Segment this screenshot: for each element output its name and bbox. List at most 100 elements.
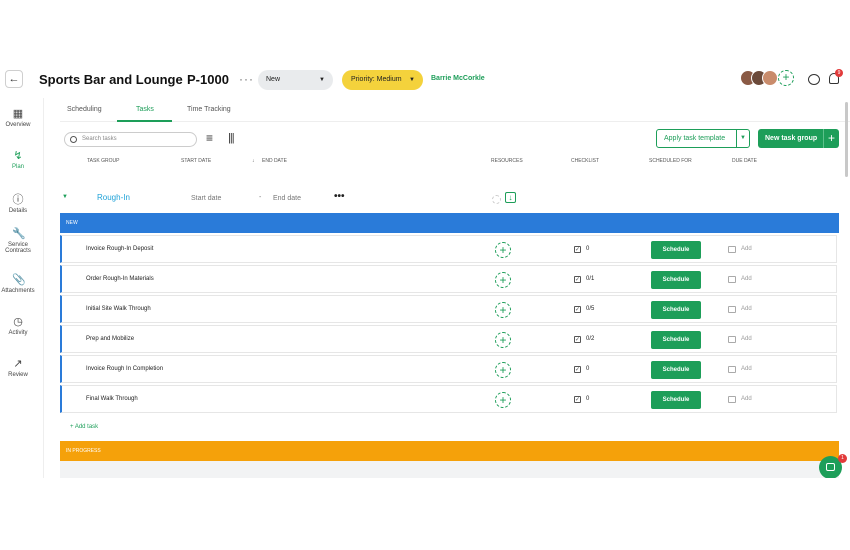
task-row[interactable]: Order Rough-In Materials + ✓ 0/1 Schedul… [60,265,837,293]
status-select[interactable]: New ▼ [258,70,333,90]
chevron-down-icon[interactable]: ▼ [736,130,749,147]
task-name[interactable]: Order Rough-In Materials [86,276,154,282]
add-resource-icon[interactable]: + [495,332,511,348]
status-label: IN PROGRESS [66,448,101,454]
sidebar-item-attachments[interactable]: 📎 Attachments [0,274,36,294]
help-badge: 1 [838,454,847,463]
scrollbar[interactable] [845,102,848,177]
chart-icon: ↗ [13,358,23,370]
due-date-add[interactable]: Add [741,246,752,252]
schedule-button[interactable]: Schedule [651,271,701,289]
collapse-chevron-icon[interactable]: ▼ [62,194,68,200]
project-id: P-1000 [187,72,229,87]
checklist-count[interactable]: 0/1 [586,276,594,282]
new-task-group-button[interactable]: New task group + [758,129,839,148]
arrow-left-icon: ← [8,73,20,85]
add-resource-icon[interactable]: + [495,242,511,258]
due-date-add[interactable]: Add [741,366,752,372]
task-name[interactable]: Invoice Rough In Completion [86,366,163,372]
status-label: NEW [66,220,78,226]
status-value: New [266,76,281,83]
task-row[interactable]: Final Walk Through + ✓ 0 Schedule Add [60,385,837,413]
schedule-button[interactable]: Schedule [651,361,701,379]
project-header: ← Sports Bar and Lounge P-1000 ··· New ▼… [0,58,850,98]
due-date-add[interactable]: Add [741,396,752,402]
chat-icon[interactable] [808,74,820,85]
sidebar-item-activity[interactable]: ◷ Activity [0,316,36,336]
sidebar-item-label: Service Contracts [5,242,31,254]
checklist-count[interactable]: 0 [586,396,589,402]
calendar-icon [728,246,736,253]
priority-select[interactable]: Priority: Medium ▼ [342,70,423,90]
sidebar-item-details[interactable]: ⓘ Details [0,194,36,214]
grid-icon: ▦ [12,108,24,120]
sidebar: ▦ Overview ↯ Plan ⓘ Details 🔧 Service Co… [0,98,44,478]
status-section-new[interactable]: NEW [60,213,839,233]
active-tab-indicator [117,120,172,122]
schedule-button[interactable]: Schedule [651,331,701,349]
sidebar-item-overview[interactable]: ▦ Overview [0,108,36,128]
schedule-button[interactable]: Schedule [651,391,701,409]
due-date-add[interactable]: Add [741,306,752,312]
task-row[interactable]: Prep and Mobilize + ✓ 0/2 Schedule Add [60,325,837,353]
checklist-count[interactable]: 0/5 [586,306,594,312]
clock-icon: ◷ [13,316,23,328]
checklist-icon: ✓ [574,246,581,253]
sidebar-item-label: Activity [8,330,28,336]
checklist-icon: ✓ [574,366,581,373]
sidebar-item-label: Details [8,208,28,214]
tab-time-tracking[interactable]: Time Tracking [187,106,231,113]
task-name[interactable]: Invoice Rough-In Deposit [86,246,153,252]
sort-arrow-icon[interactable]: ↓ [252,158,255,164]
task-row[interactable]: Invoice Rough-In Deposit + ✓ 0 Schedule … [60,235,837,263]
more-options-icon[interactable]: ··· [239,72,254,86]
calendar-icon [728,366,736,373]
calendar-icon [728,396,736,403]
add-task-link[interactable]: + Add task [70,424,98,430]
tab-scheduling[interactable]: Scheduling [67,106,102,113]
add-resource-icon[interactable]: + [495,302,511,318]
columns-icon[interactable]: ||| [228,132,235,144]
checklist-count[interactable]: 0 [586,246,589,252]
apply-template-button[interactable]: Apply task template ▼ [656,129,750,148]
checklist-count[interactable]: 0 [586,366,589,372]
assignee-link[interactable]: Barrie McCorkle [431,75,485,82]
schedule-button[interactable]: Schedule [651,301,701,319]
resource-placeholder-icon [492,195,501,204]
status-section-in-progress[interactable]: IN PROGRESS [60,441,839,461]
tab-bar: Scheduling Tasks Time Tracking [60,98,850,122]
task-name[interactable]: Prep and Mobilize [86,336,134,342]
group-end-date[interactable]: End date [273,195,301,202]
col-header-end-date[interactable]: End Date [262,158,287,164]
team-avatars[interactable]: + [740,70,800,88]
due-date-add[interactable]: Add [741,336,752,342]
schedule-button[interactable]: Schedule [651,241,701,259]
sidebar-item-review[interactable]: ↗ Review [0,358,36,378]
download-icon[interactable]: ↓ [505,192,516,203]
col-header-start-date[interactable]: Start Date [181,158,211,164]
task-row[interactable]: Invoice Rough In Completion + ✓ 0 Schedu… [60,355,837,383]
add-resource-icon[interactable]: + [495,272,511,288]
sidebar-item-service-contracts[interactable]: 🔧 Service Contracts [0,228,36,254]
checklist-count[interactable]: 0/2 [586,336,594,342]
due-date-add[interactable]: Add [741,276,752,282]
add-resource-icon[interactable]: + [495,392,511,408]
task-group-name[interactable]: Rough-In [97,193,130,202]
task-name[interactable]: Initial Site Walk Through [86,306,151,312]
group-start-date[interactable]: Start date [191,195,221,202]
group-more-icon[interactable]: ••• [334,191,345,202]
checklist-icon: ✓ [574,306,581,313]
back-button[interactable]: ← [5,70,23,88]
add-resource-icon[interactable]: + [495,362,511,378]
col-header-task-group[interactable]: Task Group [87,158,119,164]
task-name[interactable]: Final Walk Through [86,396,138,402]
search-input[interactable]: Search tasks [64,132,197,147]
avatar[interactable] [762,70,778,86]
sidebar-item-plan[interactable]: ↯ Plan [0,150,36,170]
task-row[interactable]: Initial Site Walk Through + ✓ 0/5 Schedu… [60,295,837,323]
filter-icon[interactable]: ≡ [206,132,213,144]
tab-tasks[interactable]: Tasks [136,106,154,113]
checklist-icon: ✓ [574,276,581,283]
add-member-icon[interactable]: + [778,70,794,86]
date-separator: - [259,194,262,201]
